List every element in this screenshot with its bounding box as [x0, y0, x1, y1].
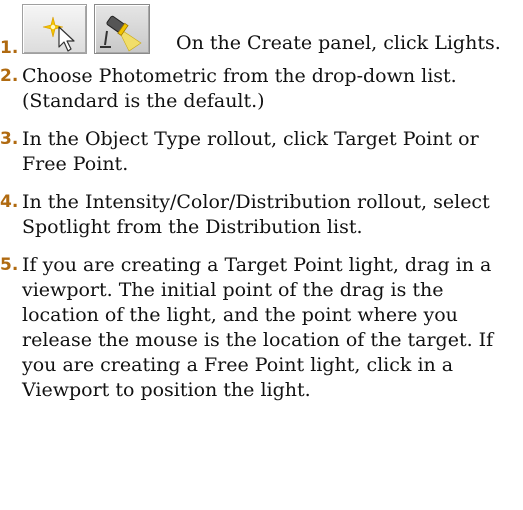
step-3: 3. In the Object Type rollout, click Tar… [0, 127, 523, 177]
step-5: 5. If you are creating a Target Point li… [0, 253, 523, 403]
create-panel-icon[interactable] [22, 4, 87, 54]
lights-icon[interactable] [94, 4, 150, 54]
step-number: 4. [0, 192, 19, 212]
step-text: On the Create panel, click Lights. [176, 32, 501, 54]
step-text: Choose Photometric from the drop-down li… [22, 65, 457, 112]
step-text: If you are creating a Target Point light… [22, 254, 494, 401]
step-text: In the Object Type rollout, click Target… [22, 128, 479, 175]
step-text: In the Intensity/Color/Distribution roll… [22, 191, 490, 238]
step-2: 2. Choose Photometric from the drop-down… [0, 64, 523, 114]
step-number: 5. [0, 255, 19, 275]
step-number: 1. [0, 38, 19, 58]
step-4: 4. In the Intensity/Color/Distribution r… [0, 190, 523, 240]
instruction-steps: 1. On the Create panel, click Lights. 2.… [0, 0, 523, 403]
step-number: 2. [0, 66, 19, 86]
step-1: 1. On the Create panel, click Lights. [0, 0, 523, 62]
step-number: 3. [0, 129, 19, 149]
